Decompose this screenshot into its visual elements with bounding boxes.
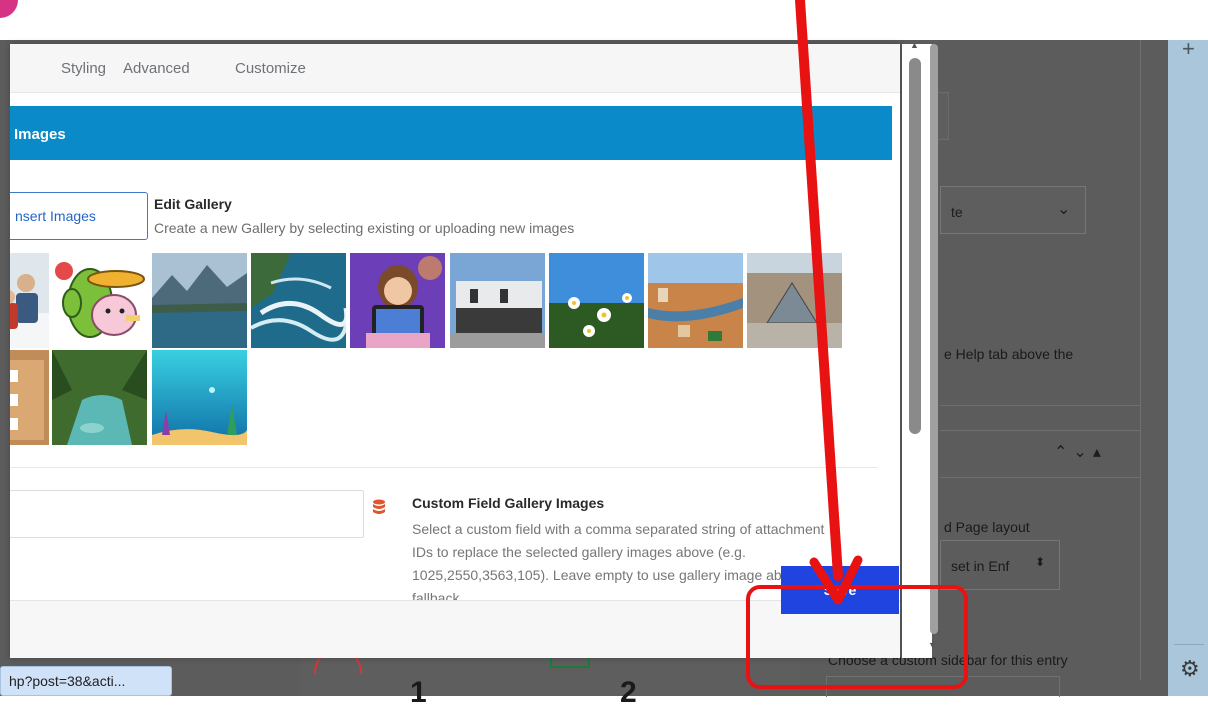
panel-move-controls: ⌃⌄▴ — [1054, 442, 1107, 462]
modal-footer — [10, 600, 900, 658]
insert-images-label: nsert Images — [15, 208, 96, 224]
chevron-up-icon: ⌃ — [1054, 444, 1074, 461]
sidebar-select: te ⌄ — [940, 186, 1086, 234]
gallery-thumb-modern-building[interactable] — [450, 253, 545, 348]
gallery-thumb-daisies-sky[interactable] — [549, 253, 644, 348]
section-title: Images — [14, 126, 66, 143]
sidebar-bottom-input — [826, 676, 1060, 697]
panel-edge — [1140, 40, 1141, 680]
stat-number-2: 2 — [620, 676, 637, 709]
right-toolbar — [1168, 40, 1208, 696]
tab-customize[interactable]: Customize — [235, 60, 306, 77]
database-icon — [372, 499, 386, 520]
page-scrollbar[interactable] — [930, 44, 938, 634]
help-text: e Help tab above the — [944, 346, 1074, 362]
gallery-thumb-louvre-pyramid[interactable] — [747, 253, 842, 348]
custom-field-gallery-title: Custom Field Gallery Images — [412, 495, 605, 511]
gallery-thumb-forest-river[interactable] — [52, 350, 147, 445]
gallery-thumb-underwater-scene[interactable] — [152, 350, 247, 445]
status-url-text: hp?post=38&acti... — [9, 673, 126, 689]
modal-scrollbar-thumb[interactable] — [909, 58, 921, 434]
edit-gallery-description: Create a new Gallery by selecting existi… — [154, 220, 575, 236]
gallery-thumb-snow-kids[interactable] — [10, 253, 49, 348]
scroll-up-icon[interactable]: ▲ — [910, 40, 919, 50]
sidebar-select-value: te — [951, 204, 963, 220]
gallery-thumb-girl-tablet[interactable] — [350, 253, 445, 348]
select-arrows-icon: ⬍ — [1035, 555, 1046, 569]
chevron-down-icon: ⌄ — [1073, 444, 1093, 461]
gallery-thumb-old-town-building[interactable] — [10, 350, 49, 445]
scroll-down-icon[interactable]: ▼ — [928, 640, 937, 650]
insert-images-button[interactable]: nsert Images — [10, 192, 148, 240]
stat-number-1: 1 — [410, 676, 427, 709]
gallery-thumb-river-city[interactable] — [648, 253, 743, 348]
images-section-header[interactable]: Images — [10, 106, 892, 160]
collapse-icon: ▴ — [1092, 444, 1107, 461]
modal-tab-bar: Styling Advanced Customize — [10, 44, 900, 93]
save-button[interactable]: Save — [781, 566, 899, 614]
edit-gallery-title: Edit Gallery — [154, 196, 232, 212]
top-strip — [0, 0, 1208, 40]
status-url-tooltip: hp?post=38&acti... — [0, 666, 172, 696]
layout-select-value: set in Enf — [951, 558, 1010, 574]
tab-advanced[interactable]: Advanced — [123, 60, 190, 77]
panel-header — [940, 430, 1140, 478]
gallery-divider — [10, 467, 878, 468]
gallery-thumb-mountain-lake[interactable] — [152, 253, 247, 348]
chevron-down-icon: ⌄ — [1057, 201, 1071, 218]
plus-icon[interactable]: + — [1182, 36, 1195, 62]
custom-field-gallery-description: Select a custom field with a comma separ… — [412, 521, 825, 606]
panel-divider — [940, 405, 1140, 406]
gallery-thumb-coastline-waves[interactable] — [251, 253, 346, 348]
page-layout-label: d Page layout — [944, 519, 1030, 535]
gear-icon[interactable]: ⚙ — [1180, 656, 1200, 682]
gallery-thumb-cactus-axolotl[interactable] — [52, 253, 147, 348]
toolbar-divider — [1174, 644, 1204, 645]
gallery-modal: Styling Advanced Customize Images nsert … — [10, 44, 900, 658]
layout-select: set in Enf ⬍ — [940, 540, 1060, 590]
custom-field-select[interactable] — [10, 490, 364, 538]
tab-styling[interactable]: Styling — [61, 60, 106, 77]
